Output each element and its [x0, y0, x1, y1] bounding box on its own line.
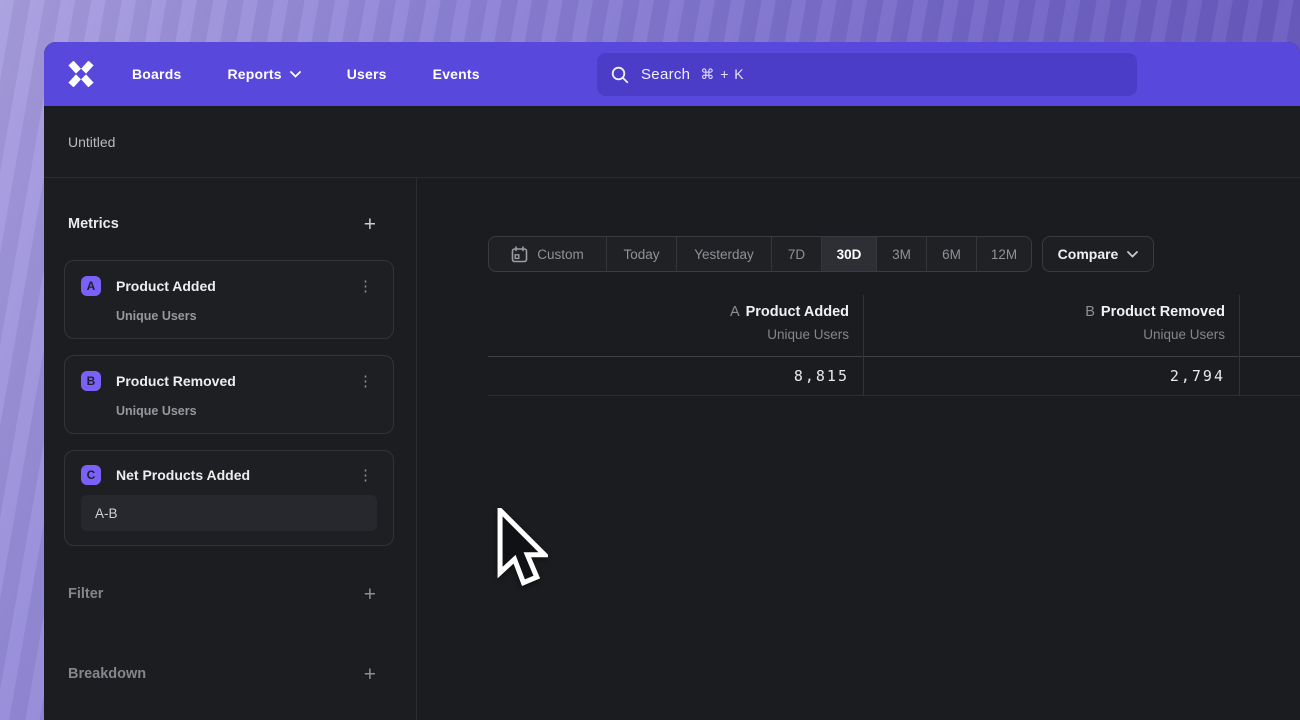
report-title[interactable]: Untitled — [68, 134, 115, 150]
column-metric-letter: A — [730, 304, 740, 320]
formula-input[interactable]: A-B — [81, 495, 377, 531]
metric-measure[interactable]: Unique Users — [116, 404, 377, 418]
nav-item-label: Events — [433, 66, 480, 82]
results-panel: Custom Today Yesterday 7D 30D — [417, 178, 1300, 720]
date-range-today[interactable]: Today — [606, 237, 676, 271]
metric-card-c[interactable]: C Net Products Added ⋮ A-B — [64, 450, 394, 546]
result-column-spacer — [1240, 295, 1300, 396]
date-range-label: 30D — [837, 247, 862, 262]
column-metric-name: BProduct Removed — [864, 304, 1225, 320]
breakdown-label: Breakdown — [68, 666, 146, 682]
metric-letter-badge: C — [81, 465, 101, 485]
date-range-label: Custom — [537, 247, 584, 262]
compare-button[interactable]: Compare — [1042, 236, 1154, 272]
nav-items: Boards Reports Users Events — [132, 66, 480, 82]
nav-item-label: Users — [347, 66, 387, 82]
date-range-control: Custom Today Yesterday 7D 30D — [488, 236, 1032, 272]
date-range-custom[interactable]: Custom — [489, 237, 606, 271]
app-window: Boards Reports Users Events Search ⌘ + K… — [44, 42, 1300, 720]
date-range-yesterday[interactable]: Yesterday — [676, 237, 771, 271]
column-value: 8,815 — [488, 357, 863, 396]
metric-name: Product Added — [116, 278, 354, 294]
column-header: BProduct Removed Unique Users — [864, 295, 1239, 357]
date-range-30d[interactable]: 30D — [821, 237, 876, 271]
column-metric-name: AProduct Added — [488, 304, 849, 320]
query-builder-sidebar: Metrics + A Product Added ⋮ Unique Users… — [44, 178, 417, 720]
date-range-6m[interactable]: 6M — [926, 237, 976, 271]
date-toolbar: Custom Today Yesterday 7D 30D — [488, 236, 1300, 272]
metric-letter-badge: A — [81, 276, 101, 296]
metric-measure[interactable]: Unique Users — [116, 309, 377, 323]
nav-item-users[interactable]: Users — [347, 66, 387, 82]
kebab-menu-icon[interactable]: ⋮ — [354, 466, 377, 485]
nav-item-label: Reports — [227, 66, 281, 82]
calendar-icon — [511, 246, 528, 263]
metrics-label: Metrics — [68, 216, 119, 232]
metric-letter-badge: B — [81, 371, 101, 391]
filter-label: Filter — [68, 586, 103, 602]
chevron-down-icon — [290, 71, 301, 78]
date-range-3m[interactable]: 3M — [876, 237, 926, 271]
add-filter-button[interactable]: + — [364, 584, 376, 605]
metric-card-b[interactable]: B Product Removed ⋮ Unique Users — [64, 355, 394, 434]
date-range-label: 12M — [991, 247, 1017, 262]
nav-item-boards[interactable]: Boards — [132, 66, 181, 82]
top-nav: Boards Reports Users Events Search ⌘ + K — [44, 42, 1300, 106]
search-placeholder: Search — [641, 66, 690, 83]
chevron-down-icon — [1127, 251, 1138, 258]
column-header: AProduct Added Unique Users — [488, 295, 863, 357]
breakdown-section-header: Breakdown + — [44, 660, 416, 688]
metric-name: Product Removed — [116, 373, 354, 389]
column-measure: Unique Users — [488, 327, 849, 342]
date-range-label: Today — [623, 247, 659, 262]
nav-item-events[interactable]: Events — [433, 66, 480, 82]
metric-name: Net Products Added — [116, 467, 354, 483]
result-column-a: AProduct Added Unique Users 8,815 — [488, 295, 864, 396]
kebab-menu-icon[interactable]: ⋮ — [354, 277, 377, 296]
date-range-7d[interactable]: 7D — [771, 237, 821, 271]
date-range-label: 7D — [788, 247, 805, 262]
add-metric-button[interactable]: + — [364, 214, 376, 235]
date-range-label: 3M — [892, 247, 911, 262]
kebab-menu-icon[interactable]: ⋮ — [354, 372, 377, 391]
date-range-label: Yesterday — [694, 247, 754, 262]
search-shortcut: ⌘ + K — [700, 66, 744, 83]
date-range-label: 6M — [942, 247, 961, 262]
filter-section-header: Filter + — [44, 580, 416, 608]
search-icon — [611, 66, 629, 84]
metrics-section-header: Metrics + — [44, 210, 416, 238]
column-metric-letter: B — [1085, 304, 1095, 320]
add-breakdown-button[interactable]: + — [364, 664, 376, 685]
nav-item-reports[interactable]: Reports — [227, 66, 300, 82]
results-table: AProduct Added Unique Users 8,815 BProdu… — [488, 295, 1300, 396]
nav-item-label: Boards — [132, 66, 181, 82]
report-header: Untitled — [44, 106, 1300, 178]
compare-label: Compare — [1058, 246, 1119, 262]
column-measure: Unique Users — [864, 327, 1225, 342]
mixpanel-logo-icon[interactable] — [66, 61, 96, 87]
column-value: 2,794 — [864, 357, 1239, 396]
result-column-b: BProduct Removed Unique Users 2,794 — [864, 295, 1240, 396]
search-input[interactable]: Search ⌘ + K — [597, 53, 1137, 96]
metric-card-a[interactable]: A Product Added ⋮ Unique Users — [64, 260, 394, 339]
date-range-12m[interactable]: 12M — [976, 237, 1031, 271]
